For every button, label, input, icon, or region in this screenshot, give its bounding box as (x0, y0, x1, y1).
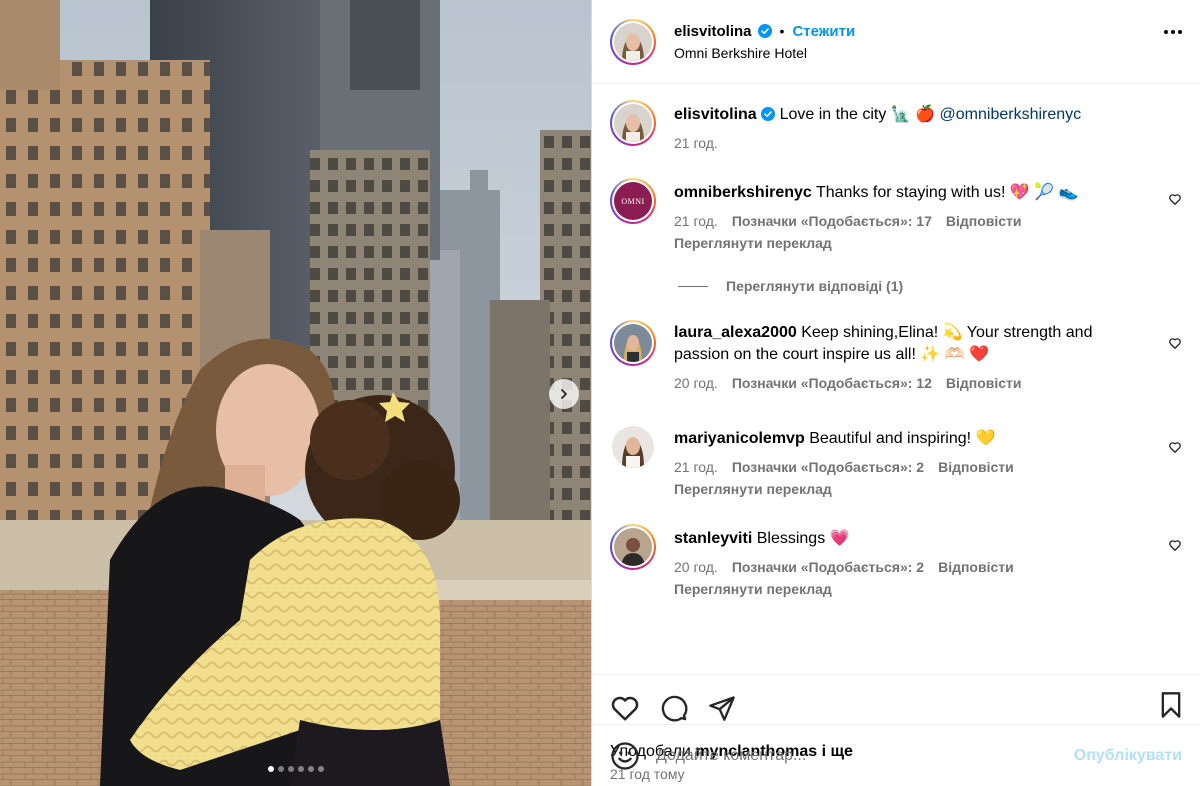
carousel-dot (267, 766, 274, 772)
verified-badge-icon (761, 107, 776, 121)
comment-like-icon[interactable] (1168, 192, 1182, 211)
comment-username[interactable]: laura_alexa2000 (674, 324, 797, 341)
heart-icon[interactable] (610, 694, 640, 722)
comment-avatar-image (614, 324, 652, 362)
comment-time: 20 год. (674, 375, 718, 391)
carousel-indicator (0, 766, 591, 772)
caption-author-avatar[interactable] (610, 100, 656, 146)
comment-like-icon[interactable] (1168, 440, 1182, 459)
author-avatar[interactable] (610, 18, 656, 65)
reply-button[interactable]: Відповісти (946, 213, 1022, 229)
publish-button[interactable]: Опублікувати (1074, 747, 1182, 765)
comment-time: 20 год. (674, 559, 718, 575)
omni-logo: OMNI (621, 196, 645, 206)
reply-button[interactable]: Відповісти (938, 559, 1014, 575)
see-translation-link[interactable]: Переглянути переклад (674, 235, 1152, 251)
verified-badge-icon (757, 24, 772, 38)
comment-avatar[interactable] (612, 426, 654, 468)
caption-time: 21 год. (674, 135, 718, 151)
comment-item: OMNI omniberkshirenyc Thanks for staying… (610, 178, 1182, 251)
caption-avatar-image (614, 104, 652, 142)
view-replies-label: Переглянути відповіді (1) (726, 278, 904, 294)
view-replies-button[interactable]: Переглянути відповіді (1) (678, 278, 903, 294)
more-options-icon[interactable] (1164, 30, 1182, 34)
comment-avatar-image (612, 426, 654, 468)
see-translation-link[interactable]: Переглянути переклад (674, 581, 1152, 597)
comment-like-icon[interactable] (1168, 336, 1182, 355)
carousel-next-button[interactable] (549, 379, 579, 409)
post-side-panel: elisvitolina • Стежити Omni Berkshire Ho… (592, 0, 1200, 786)
carousel-dot (317, 766, 324, 772)
caption-username[interactable]: elisvitolina (674, 106, 757, 123)
comment-avatar[interactable]: OMNI (610, 178, 656, 224)
carousel-dot (307, 766, 314, 772)
comment-likes-count[interactable]: Позначки «Подобається»: 2 (732, 459, 924, 475)
caption-text: Love in the city 🗽 🍎 (779, 106, 936, 123)
comment-time: 21 год. (674, 213, 718, 229)
comment-text: Thanks for staying with us! 💖 🎾 👟 (815, 184, 1079, 201)
comment-username[interactable]: omniberkshirenyc (674, 184, 812, 201)
comment-username[interactable]: mariyanicolemvp (674, 430, 805, 447)
carousel-dot (297, 766, 304, 772)
carousel-dot (277, 766, 284, 772)
see-translation-link[interactable]: Переглянути переклад (674, 481, 1152, 497)
header-separator: • (779, 23, 785, 39)
comment-likes-count[interactable]: Позначки «Подобається»: 2 (732, 559, 924, 575)
comment-input[interactable] (656, 746, 1074, 765)
author-username[interactable]: elisvitolina (674, 23, 752, 40)
photo-scene (0, 0, 591, 786)
comment-text: Blessings 💗 (756, 530, 850, 547)
author-avatar-image (614, 22, 652, 61)
comments-list[interactable]: elisvitolina Love in the city 🗽 🍎 @omnib… (592, 84, 1200, 674)
instagram-post-modal: elisvitolina • Стежити Omni Berkshire Ho… (0, 0, 1200, 786)
comment-composer: Опублікувати (592, 724, 1200, 786)
comment-item: stanleyviti Blessings 💗 20 год. Позначки… (610, 524, 1182, 597)
follow-button[interactable]: Стежити (792, 23, 855, 40)
emoji-icon[interactable] (610, 741, 640, 771)
comment-avatar[interactable] (610, 524, 656, 570)
reply-button[interactable]: Відповісти (946, 375, 1022, 391)
comment-likes-count[interactable]: Позначки «Подобається»: 17 (732, 213, 932, 229)
post-location[interactable]: Omni Berkshire Hotel (674, 45, 855, 61)
comment-avatar-image (614, 528, 652, 566)
post-caption: elisvitolina Love in the city 🗽 🍎 @omnib… (610, 100, 1182, 151)
caption-mention-link[interactable]: @omniberkshirenyc (940, 106, 1082, 123)
post-header: elisvitolina • Стежити Omni Berkshire Ho… (592, 0, 1200, 84)
carousel-dot (287, 766, 294, 772)
comment-item: mariyanicolemvp Beautiful and inspiring!… (610, 426, 1182, 497)
chevron-right-icon (561, 389, 567, 399)
comment-item: laura_alexa2000 Keep shining,Elina! 💫 Yo… (610, 320, 1182, 391)
comment-username[interactable]: stanleyviti (674, 530, 752, 547)
comment-likes-count[interactable]: Позначки «Подобається»: 12 (732, 375, 932, 391)
comment-time: 21 год. (674, 459, 718, 475)
bookmark-icon[interactable] (1158, 691, 1184, 724)
send-icon[interactable] (708, 694, 736, 722)
comment-text: Beautiful and inspiring! 💛 (809, 430, 996, 447)
reply-button[interactable]: Відповісти (938, 459, 1014, 475)
post-photo[interactable] (0, 0, 591, 786)
comment-avatar[interactable] (610, 320, 656, 366)
comment-like-icon[interactable] (1168, 538, 1182, 557)
comment-icon[interactable] (660, 694, 688, 722)
